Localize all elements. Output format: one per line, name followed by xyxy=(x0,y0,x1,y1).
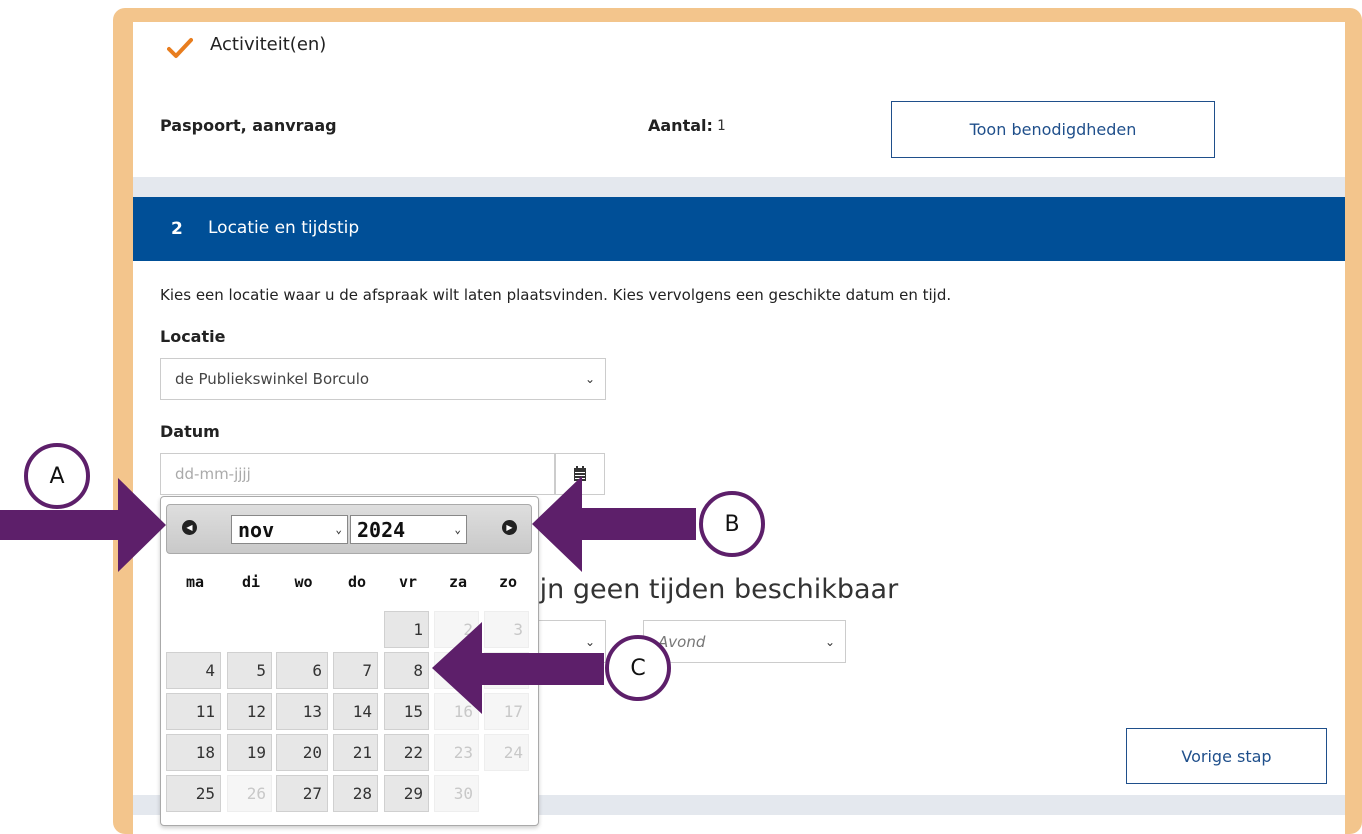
section-intro: Kies een locatie waar u de afspraak wilt… xyxy=(160,286,952,304)
prev-month-button[interactable]: ◀ xyxy=(182,520,197,535)
arrow-left-icon: ◀ xyxy=(186,523,193,532)
weekday-header: wo xyxy=(294,573,313,591)
calendar-day[interactable]: 18 xyxy=(166,734,221,771)
activity-name: Paspoort, aanvraag xyxy=(160,116,337,135)
calendar-day: 2 xyxy=(434,611,479,648)
calendar-day[interactable]: 28 xyxy=(333,775,378,812)
calendar-button[interactable] xyxy=(555,453,605,495)
calendar-day: 24 xyxy=(484,734,529,771)
chevron-down-icon: ⌄ xyxy=(824,634,835,649)
calendar-day: 16 xyxy=(434,693,479,730)
previous-step-button[interactable]: Vorige stap xyxy=(1126,728,1327,784)
calendar-day: 10 xyxy=(484,652,529,689)
calendar-icon xyxy=(574,466,586,481)
calendar-day: 9 xyxy=(434,652,479,689)
weekday-header: di xyxy=(241,573,261,591)
no-times-heading: zijn geen tijden beschikbaar xyxy=(518,574,899,605)
calendar-day[interactable]: 19 xyxy=(227,734,272,771)
date-label: Datum xyxy=(160,422,220,441)
calendar-day: 30 xyxy=(434,775,479,812)
section-title: Locatie en tijdstip xyxy=(208,218,360,238)
location-select-value: de Publiekswinkel Borculo xyxy=(175,370,370,388)
calendar-day[interactable]: 12 xyxy=(227,693,272,730)
date-placeholder: dd-mm-jjjj xyxy=(175,465,251,483)
calendar-day[interactable]: 25 xyxy=(166,775,221,812)
arrow-right-icon: ▶ xyxy=(506,523,513,532)
calendar-day[interactable]: 27 xyxy=(276,775,328,812)
calendar-day[interactable]: 6 xyxy=(276,652,328,689)
calendar-day: 3 xyxy=(484,611,529,648)
calendar-day[interactable]: 13 xyxy=(276,693,328,730)
show-requirements-button[interactable]: Toon benodigdheden xyxy=(891,101,1215,158)
calendar-day[interactable]: 5 xyxy=(227,652,272,689)
calendar-day[interactable]: 7 xyxy=(333,652,378,689)
calendar-day[interactable]: 11 xyxy=(166,693,221,730)
calendar-day[interactable]: 29 xyxy=(384,775,429,812)
weekday-header: za xyxy=(448,573,468,591)
activities-title: Activiteit(en) xyxy=(210,34,327,55)
calendar-day[interactable]: 14 xyxy=(333,693,378,730)
weekday-header: zo xyxy=(498,573,518,591)
chevron-down-icon: ⌄ xyxy=(454,523,461,536)
calendar-day[interactable]: 21 xyxy=(333,734,378,771)
year-value: 2024 xyxy=(357,517,406,542)
month-select[interactable]: nov ⌄ xyxy=(231,515,348,544)
annotation-b: B xyxy=(699,491,765,557)
calendar-day[interactable]: 22 xyxy=(384,734,429,771)
calendar-day[interactable]: 15 xyxy=(384,693,429,730)
section-number: 2 xyxy=(171,219,183,239)
annotation-c: C xyxy=(605,635,671,701)
location-select[interactable]: de Publiekswinkel Borculo ⌄ xyxy=(160,358,606,400)
weekday-header: vr xyxy=(398,573,418,591)
datepicker-header: ◀ nov ⌄ 2024 ⌄ ▶ xyxy=(166,504,532,554)
chevron-down-icon: ⌄ xyxy=(584,372,595,386)
weekday-header: ma xyxy=(185,573,205,591)
evening-select[interactable]: Avond ⌄ xyxy=(643,620,846,663)
calendar-day[interactable]: 4 xyxy=(166,652,221,689)
calendar-day: 23 xyxy=(434,734,479,771)
next-month-button[interactable]: ▶ xyxy=(502,520,517,535)
annotation-a: A xyxy=(24,443,90,509)
month-value: nov xyxy=(238,517,275,542)
section-header: 2 Locatie en tijdstip xyxy=(133,197,1345,261)
calendar-day[interactable]: 20 xyxy=(276,734,328,771)
count-value: 1 xyxy=(717,118,726,134)
location-label: Locatie xyxy=(160,327,226,346)
calendar-day: 17 xyxy=(484,693,529,730)
count-label: Aantal: xyxy=(648,116,713,135)
evening-select-value: Avond xyxy=(658,632,706,651)
calendar-day[interactable]: 8 xyxy=(384,652,429,689)
chevron-down-icon: ⌄ xyxy=(335,523,342,536)
calendar-day[interactable]: 1 xyxy=(384,611,429,648)
year-select[interactable]: 2024 ⌄ xyxy=(350,515,467,544)
date-input[interactable]: dd-mm-jjjj xyxy=(160,453,555,495)
checkmark-icon xyxy=(167,38,193,58)
datepicker: ◀ nov ⌄ 2024 ⌄ ▶ ma di wo do vr za zo 12345678… xyxy=(160,496,539,826)
weekday-header: do xyxy=(347,573,367,591)
calendar-day: 26 xyxy=(227,775,272,812)
chevron-down-icon: ⌄ xyxy=(584,634,595,649)
